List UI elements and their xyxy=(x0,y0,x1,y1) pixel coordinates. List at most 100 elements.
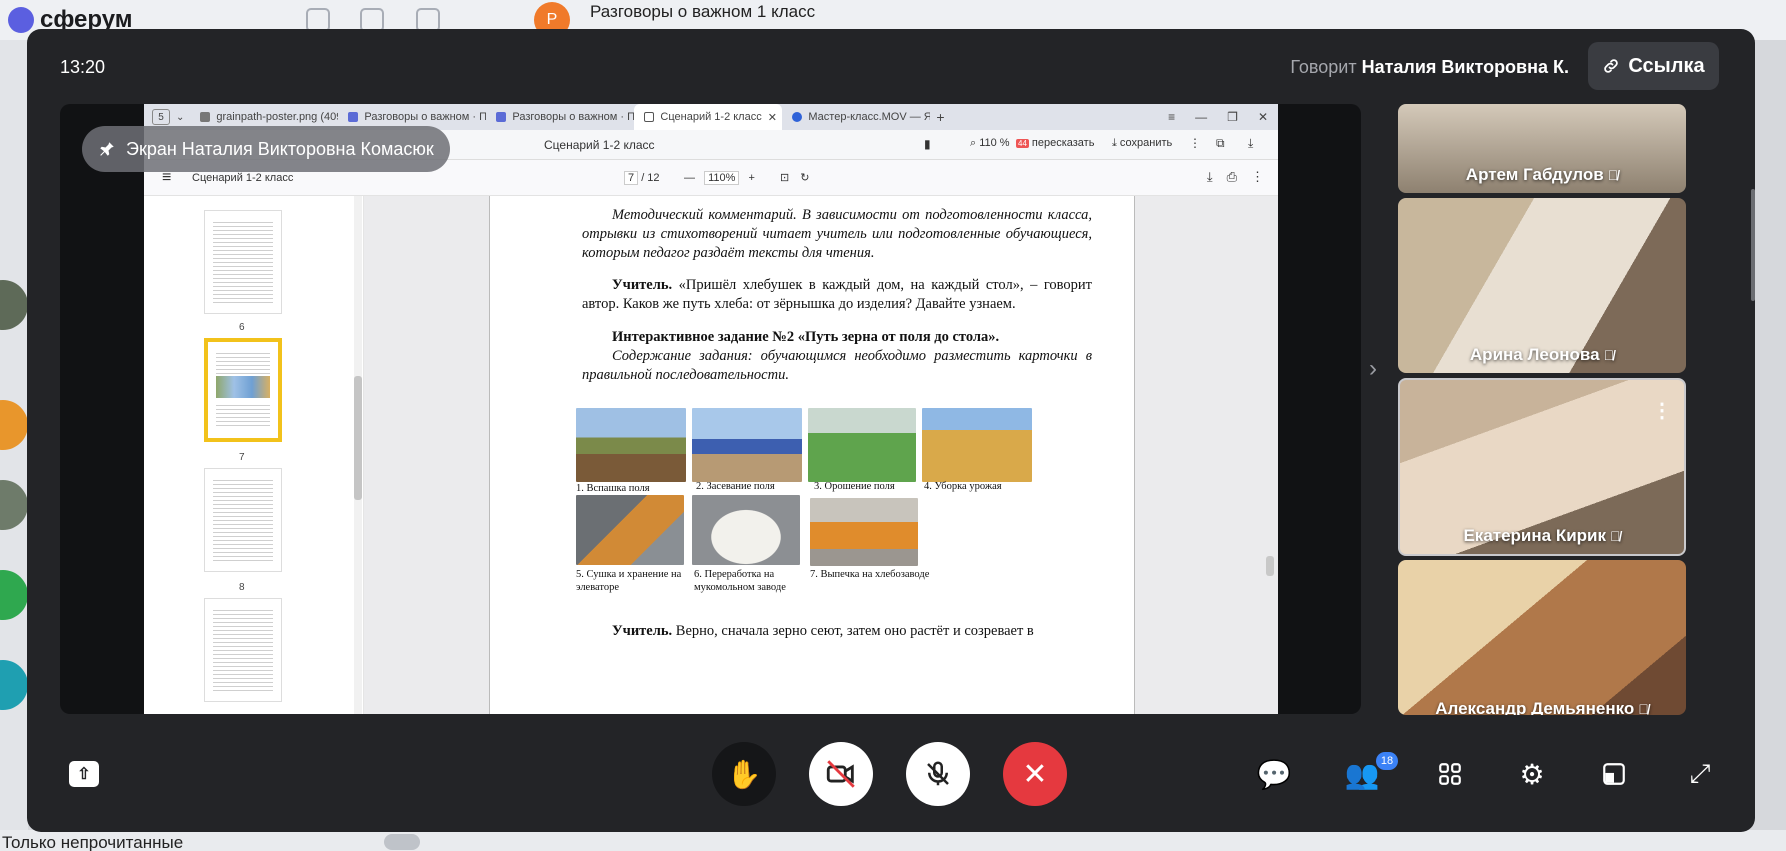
unread-filter-label: Только непрочитанные xyxy=(2,833,184,851)
participants-scrollbar[interactable] xyxy=(1751,189,1755,301)
browser-tab[interactable]: Мастер-класс.MOV — Янд xyxy=(782,104,930,130)
participant-name: Артем Габдулов 🎙̸ xyxy=(1398,165,1686,185)
layout-grid-button[interactable] xyxy=(1433,757,1467,791)
browser-tab[interactable]: Разговоры о важном · Пу xyxy=(486,104,634,130)
tab-label: Сценарий 1-2 класс xyxy=(660,111,762,123)
tab-label: Разговоры о важном · Пу xyxy=(512,111,635,123)
browser-zoom[interactable]: ⌕ 110 % xyxy=(970,137,1010,150)
close-tab-icon[interactable]: ✕ xyxy=(762,111,777,124)
speaker-name: Наталия Викторовна К. xyxy=(1361,57,1569,77)
chat-button[interactable]: 💬 xyxy=(1256,757,1292,791)
page-indicator: 7 / 12 xyxy=(624,171,660,185)
teacher-paragraph-2: Учитель. Верно, сначала зерно сеют, зате… xyxy=(582,622,1092,641)
more-icon[interactable]: ⋮ xyxy=(1189,136,1201,150)
pdf-viewer[interactable]: Методический комментарий. В зависимости … xyxy=(364,196,1278,714)
picture-in-picture-icon xyxy=(1603,763,1625,785)
chat-title: Разговоры о важном 1 класс xyxy=(590,2,816,21)
pdf-zoom-value[interactable]: 110% xyxy=(704,171,740,185)
pin-icon xyxy=(100,142,114,156)
pip-button[interactable] xyxy=(1597,757,1631,791)
zoom-out-icon[interactable]: — xyxy=(684,172,695,184)
print-icon[interactable]: ⎙ xyxy=(1227,169,1237,185)
participant-name-text: Артем Габдулов xyxy=(1465,165,1604,184)
copy-link-label: Ссылка xyxy=(1628,54,1705,77)
close-icon: ✕ xyxy=(1022,757,1048,791)
rotate-icon[interactable]: ↻ xyxy=(800,172,809,184)
tabs-dropdown-icon[interactable]: ⌄ xyxy=(176,112,184,123)
screen-share-label: Экран Наталия Викторовна Комасюк xyxy=(126,138,434,159)
browser-tab-active[interactable]: Сценарий 1-2 класс ✕ xyxy=(634,104,783,130)
unread-filter-toggle[interactable] xyxy=(384,834,420,850)
bookmark-icon[interactable]: ▮ xyxy=(924,137,931,151)
people-icon: 👥 xyxy=(1344,758,1380,790)
close-window-icon[interactable]: ✕ xyxy=(1258,110,1268,124)
page-total: / 12 xyxy=(641,172,660,184)
camera-toggle-button[interactable] xyxy=(809,742,873,806)
retell-button[interactable]: 44 пересказать xyxy=(1016,137,1094,149)
thumbnail-content xyxy=(213,219,273,305)
photo-mill xyxy=(692,495,800,565)
chevron-right-icon[interactable]: › xyxy=(1369,355,1377,383)
save-label: сохранить xyxy=(1119,137,1173,149)
thumbnail-page-selected[interactable] xyxy=(204,338,282,442)
downloads-icon[interactable]: ⤓ xyxy=(1248,136,1253,151)
screen-share-chip[interactable]: Экран Наталия Викторовна Комасюк xyxy=(82,126,450,172)
mic-toggle-button[interactable] xyxy=(906,742,970,806)
pdf-download-icon[interactable]: ⤓ xyxy=(1207,169,1213,185)
tab-label: grainpath-poster.png (409 xyxy=(216,111,339,123)
thumbnail-number: 6 xyxy=(239,322,245,333)
methodical-comment: Методический комментарий. В зависимости … xyxy=(582,207,1092,261)
zoom-in-icon[interactable]: + xyxy=(748,172,754,184)
file-icon xyxy=(200,112,211,122)
participants-button[interactable]: 👥 xyxy=(1344,757,1380,791)
share-screen-button[interactable]: ⇧ xyxy=(69,761,99,787)
thumbnail-page[interactable] xyxy=(204,468,282,572)
extensions-icon[interactable]: ⧉ xyxy=(1216,136,1225,151)
thumbnail-content xyxy=(213,477,273,563)
new-tab-icon[interactable]: + xyxy=(936,109,944,125)
tab-count[interactable]: 5 xyxy=(152,109,170,125)
end-call-button[interactable]: ✕ xyxy=(1003,742,1067,806)
settings-button[interactable]: ⚙ xyxy=(1515,757,1549,791)
retell-label: пересказать xyxy=(1031,137,1095,149)
copy-link-button[interactable]: Ссылка xyxy=(1588,42,1719,90)
menu-icon[interactable]: ≡ xyxy=(1168,110,1175,124)
caption: 6. Переработка на мукомольном заводе xyxy=(694,569,786,593)
minimize-icon[interactable]: — xyxy=(1195,110,1207,124)
pdf-zoom-controls: — 110% + ⊡ ↻ xyxy=(684,171,809,185)
thumbnail-page[interactable] xyxy=(204,598,282,702)
tile-more-icon[interactable]: ⋮ xyxy=(1652,398,1672,423)
thumbnails-scroll-handle[interactable] xyxy=(354,376,362,500)
photo-sowing xyxy=(692,408,802,482)
zoom-icon: ⌕ xyxy=(970,137,980,149)
pdf-page: Методический комментарий. В зависимости … xyxy=(489,196,1135,714)
participant-tile[interactable]: Артем Габдулов 🎙̸ xyxy=(1398,104,1686,193)
caption: 4. Уборка урожая xyxy=(924,481,1002,492)
thumbnails-scrollbar[interactable] xyxy=(354,196,362,714)
thumbnail-page[interactable] xyxy=(204,210,282,314)
save-button[interactable]: ⤓ сохранить xyxy=(1112,137,1172,150)
restore-icon[interactable]: ❐ xyxy=(1227,110,1238,124)
page-input[interactable]: 7 xyxy=(624,171,639,185)
tab-label: Мастер-класс.MOV — Янд xyxy=(808,111,931,123)
raise-hand-button[interactable]: ✋ xyxy=(712,742,776,806)
thumbnail-content xyxy=(216,350,270,376)
fit-page-icon[interactable]: ⊡ xyxy=(780,172,789,184)
thumbnail-content xyxy=(213,607,273,693)
pdf-scroll-handle[interactable] xyxy=(1266,556,1274,576)
fullscreen-button[interactable]: ⤢ xyxy=(1683,757,1717,791)
caption: 7. Выпечка на хлебозаводе xyxy=(810,569,930,580)
participant-tile-active[interactable]: ⋮ Екатерина Кирик 🎙̸ xyxy=(1398,378,1686,556)
participant-tile[interactable]: Арина Леонова 🎙̸ xyxy=(1398,198,1686,373)
participant-tile[interactable]: Александр Демьяненко 🎙̸ xyxy=(1398,560,1686,715)
teacher-label: Учитель. xyxy=(612,623,673,639)
upload-icon: ⇧ xyxy=(77,766,91,783)
photo-bakery xyxy=(810,498,918,566)
retell-badge: 44 xyxy=(1016,139,1029,148)
chat-bubble-icon: 💬 xyxy=(1256,758,1292,790)
pdf-more-icon[interactable]: ⋮ xyxy=(1251,169,1264,185)
participant-name-text: Александр Демьяненко xyxy=(1435,699,1635,715)
address-title[interactable]: Сценарий 1-2 класс xyxy=(544,138,655,152)
mic-off-icon: 🎙̸ xyxy=(1603,347,1615,363)
thumbnail-number: 7 xyxy=(239,452,245,463)
